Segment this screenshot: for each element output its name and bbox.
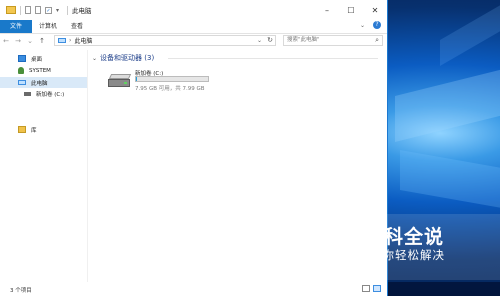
light-beam	[440, 0, 500, 67]
quick-access-check-icon[interactable]: ✓	[45, 6, 52, 14]
search-icon[interactable]: ⌕	[375, 36, 379, 45]
search-input[interactable]: 搜索"此电脑" ⌕	[283, 35, 383, 46]
hard-drive-icon	[108, 74, 132, 88]
pc-icon	[18, 80, 26, 85]
group-header-devices[interactable]: ⌄ 设备和驱动器 (3)	[92, 53, 154, 63]
details-view-icon[interactable]	[362, 285, 370, 292]
navigation-bar: ← → ⌄ ↑ › 此电脑 ⌄ ↻ 搜索"此电脑" ⌕	[0, 34, 387, 48]
help-icon[interactable]: ?	[373, 21, 381, 29]
title-separator	[67, 5, 69, 15]
maximize-button[interactable]: ☐	[339, 0, 363, 20]
minimize-button[interactable]: –	[315, 0, 339, 20]
navigation-pane: 桌面 SYSTEM 此电脑 新加卷 (C:) 库	[0, 50, 88, 282]
status-bar: 3 个项目	[0, 282, 387, 296]
drive-free-space: 7.95 GB 可用，共 7.99 GB	[135, 86, 205, 92]
watermark-title: 百科全说	[364, 226, 445, 248]
tab-computer[interactable]: 计算机	[32, 20, 64, 33]
title-bar[interactable]: ✓ ▾ 此电脑 – ☐ ✕	[0, 0, 387, 20]
library-icon	[18, 126, 26, 133]
drive-usage-bar	[135, 76, 209, 82]
search-placeholder: 搜索"此电脑"	[287, 37, 320, 43]
properties-icon[interactable]	[25, 6, 31, 14]
forward-button[interactable]: →	[12, 37, 24, 45]
close-button[interactable]: ✕	[363, 0, 387, 20]
recent-locations-button[interactable]: ⌄	[24, 37, 36, 45]
light-beam	[400, 150, 500, 210]
sidebar-item-this-pc[interactable]: 此电脑	[0, 77, 87, 88]
address-separator: ›	[69, 37, 72, 44]
sidebar-item-desktop[interactable]: 桌面	[0, 53, 87, 64]
sidebar-item-drive-c[interactable]: 新加卷 (C:)	[0, 88, 87, 99]
user-icon	[18, 67, 24, 74]
expand-ribbon-icon[interactable]: ⌄	[360, 22, 365, 29]
sidebar-item-label: 此电脑	[31, 80, 48, 87]
taskbar	[388, 282, 500, 296]
address-bar[interactable]: › 此电脑 ⌄ ↻	[54, 35, 276, 46]
address-dropdown-icon[interactable]: ⌄	[257, 37, 262, 44]
item-count: 3 个项目	[10, 288, 32, 294]
sidebar-item-system[interactable]: SYSTEM	[0, 65, 87, 76]
ribbon-tabs: 文件 计算机 查看 ⌄ ?	[0, 20, 387, 34]
sidebar-item-label: 新加卷 (C:)	[36, 91, 65, 98]
up-button[interactable]: ↑	[36, 37, 48, 45]
tiles-view-icon[interactable]	[373, 285, 381, 292]
folder-icon[interactable]	[6, 6, 16, 14]
drive-icon	[24, 91, 31, 96]
sidebar-item-label: 库	[31, 127, 37, 134]
view-switcher	[359, 285, 381, 292]
file-list: ⌄ 设备和驱动器 (3) 新加卷 (C:) 7.95 GB 可用，共 7.99 G…	[88, 50, 386, 282]
new-folder-icon[interactable]	[35, 6, 41, 14]
sidebar-item-label: SYSTEM	[29, 67, 51, 74]
back-button[interactable]: ←	[0, 37, 12, 45]
breadcrumb-this-pc[interactable]: 此电脑	[74, 36, 92, 45]
sidebar-item-libraries[interactable]: 库	[0, 124, 87, 135]
desktop-icon	[18, 55, 26, 62]
quick-access-dropdown-icon[interactable]: ▾	[56, 7, 59, 14]
title-separator	[20, 5, 21, 15]
window-controls: – ☐ ✕	[315, 0, 387, 20]
light-beam	[395, 66, 500, 142]
pc-icon	[58, 38, 66, 43]
group-header-label: 设备和驱动器 (3)	[100, 54, 155, 62]
window-title: 此电脑	[72, 7, 92, 15]
tab-file[interactable]: 文件	[0, 20, 33, 33]
sidebar-item-label: 桌面	[31, 56, 43, 63]
watermark-subtitle: 助你轻松解决	[370, 248, 445, 262]
refresh-icon[interactable]: ↻	[267, 36, 273, 44]
collapse-chevron-icon[interactable]: ⌄	[92, 55, 97, 62]
group-divider	[168, 58, 378, 59]
file-explorer-window: ✓ ▾ 此电脑 – ☐ ✕ 文件 计算机 查看 ⌄ ? ← → ⌄ ↑ › 此电…	[0, 0, 388, 296]
tab-view[interactable]: 查看	[64, 20, 90, 33]
